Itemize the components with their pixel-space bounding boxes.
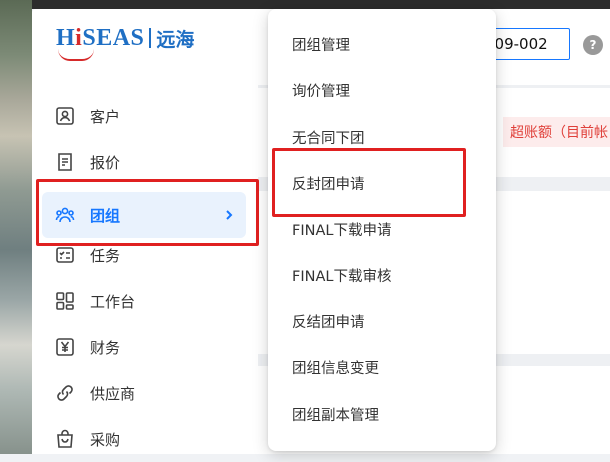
sidebar-item-label: 客户 [90, 107, 121, 126]
sidebar-item-label: 财务 [90, 338, 121, 357]
submenu-item-final-download-request[interactable]: FINAL下载申请 [292, 219, 391, 243]
sidebar-item-customer[interactable]: 客户 [42, 93, 246, 139]
submenu-item-no-contract-group[interactable]: 无合同下团 [292, 127, 365, 151]
finance-icon [54, 336, 76, 358]
help-icon[interactable]: ? [583, 35, 603, 55]
chevron-right-icon [218, 204, 240, 226]
logo-separator [149, 28, 152, 48]
sidebar-item-label: 供应商 [90, 384, 136, 403]
sidebar-item-label: 工作台 [90, 292, 136, 311]
sidebar-item-label: 任务 [90, 246, 121, 265]
sidebar-item-label: 报价 [90, 153, 121, 172]
sidebar: HiSEAS 远海 客户 报价 团组 任务 工作台 财务 供应商 采购 [32, 9, 258, 454]
over-limit-warning: 超账额（目前帐 [503, 117, 610, 147]
sidebar-item-purchase[interactable]: 采购 [42, 416, 246, 462]
sidebar-item-label: 团组 [90, 206, 121, 225]
submenu-item-group-info-change[interactable]: 团组信息变更 [292, 357, 379, 381]
sidebar-item-task[interactable]: 任务 [42, 232, 246, 278]
quote-icon [54, 151, 76, 173]
sidebar-item-supplier[interactable]: 供应商 [42, 370, 246, 416]
logo-latin: HiSEAS [56, 24, 145, 51]
logo-letter-i: i [75, 24, 83, 51]
submenu-item-inquiry-management[interactable]: 询价管理 [292, 80, 350, 104]
submenu-item-group-copy-management[interactable]: 团组副本管理 [292, 404, 379, 428]
sidebar-item-quote[interactable]: 报价 [42, 139, 246, 185]
background-photo [0, 0, 32, 454]
window-top-strip [32, 0, 610, 9]
sidebar-item-finance[interactable]: 财务 [42, 324, 246, 370]
logo-smile-mark [58, 49, 94, 61]
group-submenu-dropdown: 团组管理 询价管理 无合同下团 反封团申请 FINAL下载申请 FINAL下载审… [268, 9, 496, 451]
submenu-item-group-management[interactable]: 团组管理 [292, 34, 350, 58]
logo-chinese: 远海 [156, 28, 195, 51]
logo[interactable]: HiSEAS 远海 [56, 23, 195, 61]
supplier-icon [54, 382, 76, 404]
sidebar-item-workbench[interactable]: 工作台 [42, 278, 246, 324]
group-icon [54, 204, 76, 226]
task-icon [54, 244, 76, 266]
customer-icon [54, 105, 76, 127]
sidebar-item-label: 采购 [90, 430, 121, 449]
submenu-item-unclose-group-request[interactable]: 反结团申请 [292, 311, 365, 335]
submenu-item-unseal-group-request[interactable]: 反封团申请 [292, 173, 365, 197]
submenu-item-final-download-review[interactable]: FINAL下载审核 [292, 265, 391, 289]
purchase-icon [54, 428, 76, 450]
workbench-icon [54, 290, 76, 312]
